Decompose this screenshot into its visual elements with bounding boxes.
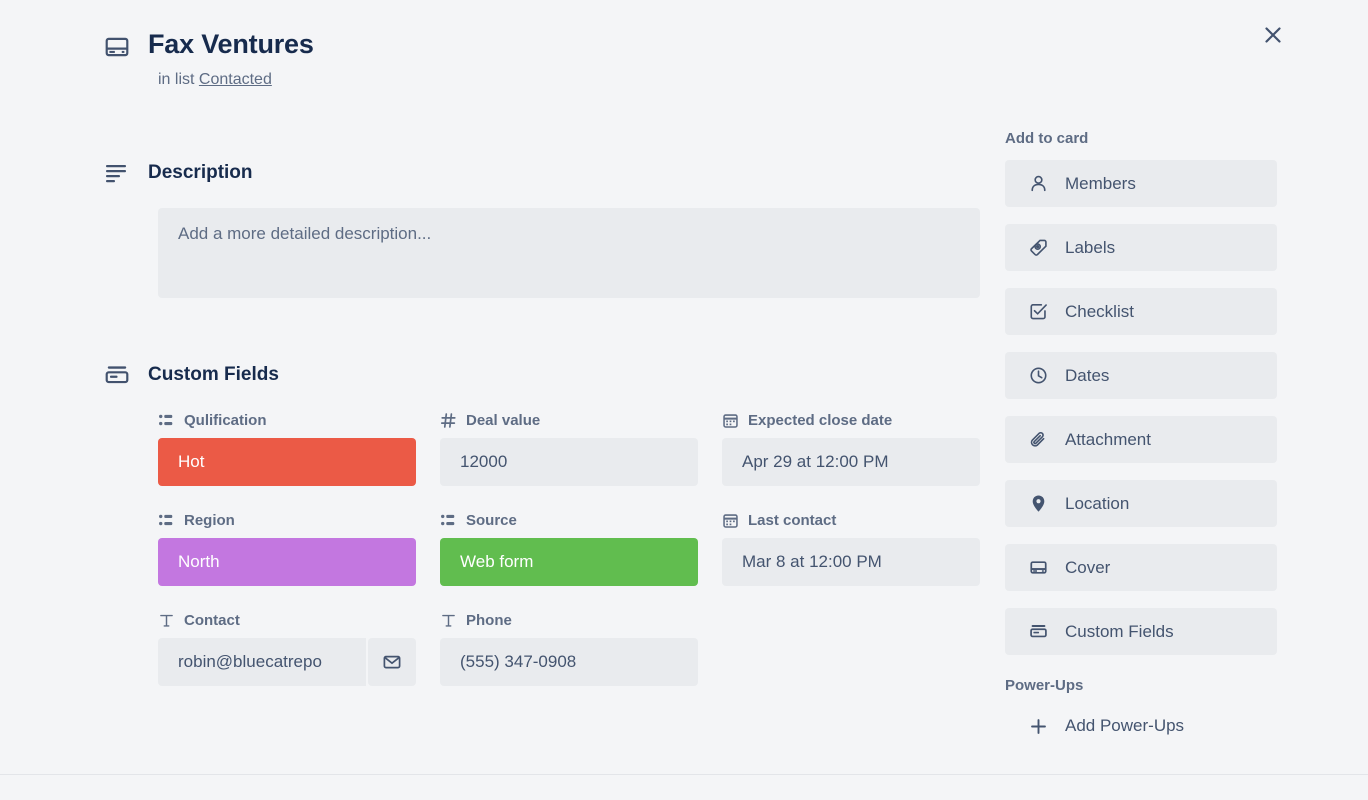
description-input[interactable]: Add a more detailed description... xyxy=(158,208,980,298)
text-field-icon xyxy=(440,612,457,629)
custom-field-label: Region xyxy=(158,510,440,530)
add-power-ups-label: Add Power-Ups xyxy=(1065,716,1185,735)
text-field-icon xyxy=(158,612,175,629)
dropdown-list-icon xyxy=(440,512,457,529)
sidebar-item-label: Checklist xyxy=(1065,301,1134,321)
sidebar-item-label: Members xyxy=(1065,173,1136,193)
custom-field-value[interactable]: (555) 347-0908 xyxy=(440,638,698,686)
custom-field-last-contact: Last contact Mar 8 at 12:00 PM xyxy=(722,510,1004,586)
custom-field-label: Last contact xyxy=(722,510,1004,530)
dropdown-list-icon xyxy=(158,412,175,429)
custom-field-value[interactable]: robin@bluecatrepo xyxy=(158,638,366,686)
envelope-icon xyxy=(382,652,402,672)
dropdown-list-icon xyxy=(158,512,175,529)
sidebar-item-label: Dates xyxy=(1065,365,1110,385)
envelope-icon-button[interactable] xyxy=(368,638,416,686)
custom-field-label: Phone xyxy=(440,610,722,630)
sidebar-item-attachment[interactable]: Attachment xyxy=(1005,416,1277,463)
plus-icon xyxy=(1029,717,1048,736)
custom-field-phone: Phone (555) 347-0908 xyxy=(440,610,722,686)
custom-fields-heading: Custom Fields xyxy=(148,364,279,385)
custom-fields-icon xyxy=(104,362,130,388)
sidebar-item-label: Labels xyxy=(1065,237,1116,257)
cover-card-icon xyxy=(104,34,130,60)
close-button[interactable] xyxy=(1256,18,1290,52)
calendar-icon xyxy=(722,512,739,529)
sidebar-item-checklist[interactable]: Checklist xyxy=(1005,288,1277,335)
sidebar-item-cover[interactable]: Cover xyxy=(1005,544,1277,591)
sidebar: Add to card Members Labels Checklist Dates A… xyxy=(1005,130,1277,743)
custom-field-expected-close-date: Expected close date Apr 29 at 12:00 PM xyxy=(722,410,1004,486)
custom-field-source: Source Web form xyxy=(440,510,722,586)
sidebar-item-members[interactable]: Members xyxy=(1005,160,1277,207)
sidebar-item-label: Location xyxy=(1065,493,1130,513)
footer-divider xyxy=(0,774,1368,775)
custom-field-label: Deal value xyxy=(440,410,722,430)
close-icon xyxy=(1262,24,1284,46)
sidebar-item-location[interactable]: Location xyxy=(1005,480,1277,527)
custom-field-label-text: Deal value xyxy=(466,411,541,429)
custom-field-label: Contact xyxy=(158,610,440,630)
custom-field-label: Expected close date xyxy=(722,410,1004,430)
add-to-card-heading: Add to card xyxy=(1005,130,1089,147)
sidebar-item-custom-fields[interactable]: Custom Fields xyxy=(1005,608,1277,655)
custom-fields-section: Custom Fields Qulification Hot Deal value 1… xyxy=(104,362,1018,710)
custom-field-value-group: robin@bluecatrepo xyxy=(158,638,416,686)
custom-field-deal-value: Deal value 12000 xyxy=(440,410,722,486)
custom-field-contact: Contact robin@bluecatrepo xyxy=(158,610,440,686)
custom-field-label: Qulification xyxy=(158,410,440,430)
label-tag-icon xyxy=(1029,238,1048,257)
cover-card-icon xyxy=(1029,558,1048,577)
custom-field-label-text: Phone xyxy=(466,611,512,629)
sidebar-item-label: Custom Fields xyxy=(1065,621,1174,641)
calendar-icon xyxy=(722,412,739,429)
sidebar-item-dates[interactable]: Dates xyxy=(1005,352,1277,399)
custom-field-value[interactable]: Hot xyxy=(158,438,416,486)
clock-icon xyxy=(1029,366,1048,385)
custom-field-label-text: Contact xyxy=(184,611,240,629)
custom-field-label-text: Source xyxy=(466,511,517,529)
custom-field-label-text: Region xyxy=(184,511,235,529)
custom-field-label: Source xyxy=(440,510,722,530)
sidebar-item-label: Cover xyxy=(1065,557,1111,577)
custom-field-label-text: Qulification xyxy=(184,411,267,429)
number-hash-icon xyxy=(440,412,457,429)
list-name-link[interactable]: Contacted xyxy=(199,71,272,88)
custom-field-qulification: Qulification Hot xyxy=(158,410,440,486)
sidebar-items: Members Labels Checklist Dates Attachment Loc… xyxy=(1005,160,1277,655)
custom-field-value[interactable]: Web form xyxy=(440,538,698,586)
custom-field-region: Region North xyxy=(158,510,440,586)
in-list-prefix: in list xyxy=(158,71,195,88)
custom-fields-grid: Qulification Hot Deal value 12000 Expected c… xyxy=(158,410,1018,710)
custom-field-value[interactable]: 12000 xyxy=(440,438,698,486)
custom-field-label-text: Expected close date xyxy=(748,411,893,429)
custom-fields-icon xyxy=(1029,622,1048,641)
page-title: Fax Ventures xyxy=(148,29,314,59)
description-heading: Description xyxy=(148,162,253,183)
card-subtitle: in list Contacted xyxy=(158,70,1004,90)
custom-field-value[interactable]: Mar 8 at 12:00 PM xyxy=(722,538,980,586)
paperclip-icon xyxy=(1029,430,1048,449)
card-header: Fax Ventures in list Contacted xyxy=(104,28,1004,90)
person-icon xyxy=(1029,174,1048,193)
add-power-ups-button[interactable]: Add Power-Ups xyxy=(1005,709,1208,743)
checkbox-checked-icon xyxy=(1029,302,1048,321)
custom-field-value[interactable]: North xyxy=(158,538,416,586)
description-lines-icon xyxy=(104,160,130,186)
custom-field-label-text: Last contact xyxy=(748,511,837,529)
power-ups-heading: Power-Ups xyxy=(1005,677,1084,694)
sidebar-item-label: Attachment xyxy=(1065,429,1151,449)
card-detail-page: Fax Ventures in list Contacted Descripti… xyxy=(0,0,1368,800)
description-section: Description Add a more detailed descript… xyxy=(104,160,980,298)
sidebar-item-labels[interactable]: Labels xyxy=(1005,224,1277,271)
custom-field-value[interactable]: Apr 29 at 12:00 PM xyxy=(722,438,980,486)
map-pin-icon xyxy=(1029,494,1048,513)
